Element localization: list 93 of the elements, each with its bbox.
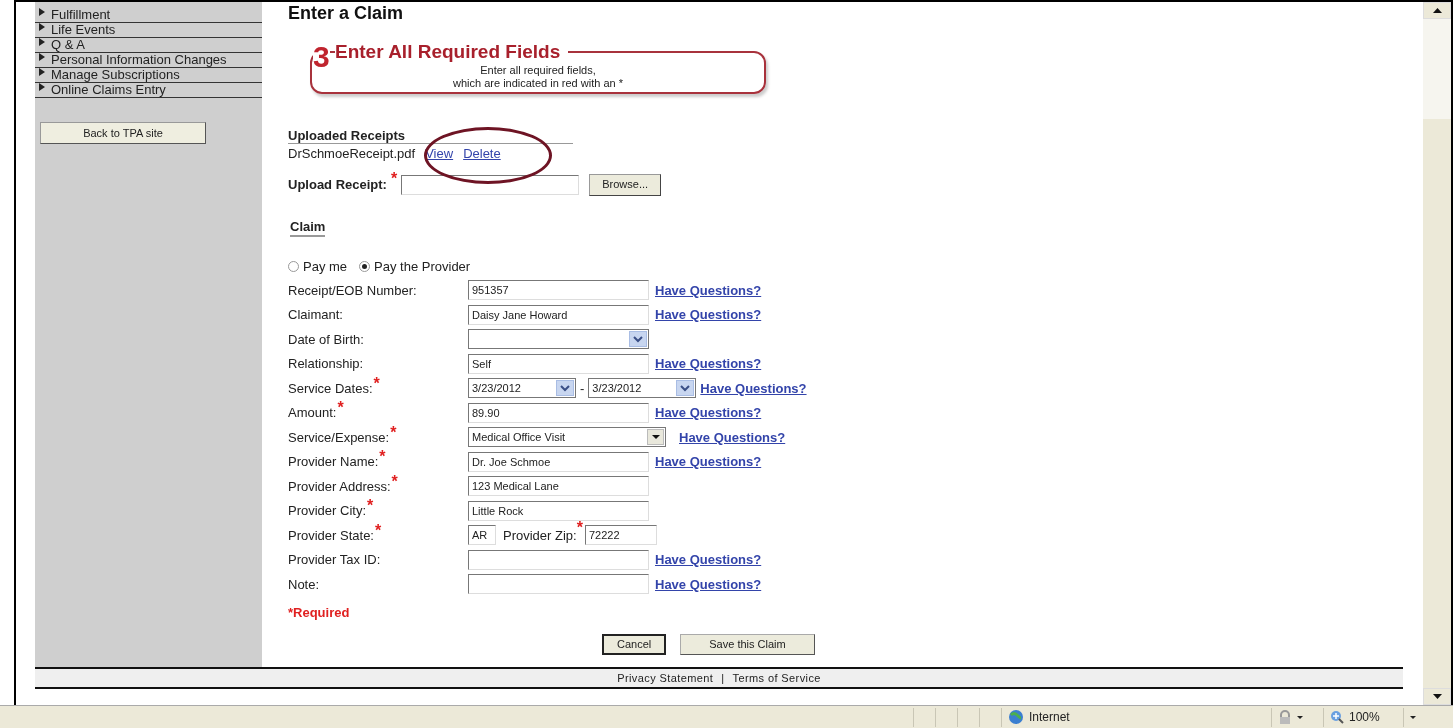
field-label: Provider State: [288,526,374,545]
field-label: Amount: [288,404,337,422]
sidebar-item[interactable]: Manage Subscriptions [35,68,262,83]
help-link[interactable]: Have Questions? [679,427,786,447]
required-asterisk: * [390,173,398,184]
help-link[interactable]: Have Questions? [655,452,762,472]
page-title: Enter a Claim [288,2,405,24]
input-field[interactable] [468,574,649,595]
required-asterisk: * [379,452,386,462]
footer-link[interactable]: Terms of Service [732,669,821,687]
form-button[interactable]: Save this Claim [680,634,815,655]
file-link[interactable]: Delete [463,145,501,161]
help-link[interactable]: Have Questions? [655,280,762,300]
required-asterisk: * [337,403,344,413]
date-dropdown[interactable]: 3/23/2012 [588,378,697,399]
radio-label: Pay the Provider [374,257,471,276]
field-label: Provider Address: [288,477,391,496]
required-asterisk: * [367,501,374,511]
sidebar-item[interactable]: Personal Information Changes [35,53,262,68]
field-label: Note: [288,575,320,594]
input-field[interactable] [468,549,649,570]
expense-dropdown[interactable]: Medical Office Visit [468,427,666,448]
input-field[interactable]: 72222 [584,525,657,546]
field-label: Receipt/EOB Number: [288,281,417,300]
help-link[interactable]: Have Questions? [700,378,807,398]
step-instruction: Enter all required fields, [479,64,597,77]
radio-label: Pay me [303,257,348,276]
step-instruction: which are indicated in red with an * [452,77,624,90]
chevron-down-icon [633,335,643,343]
caret-icon [1297,715,1303,719]
radio-button[interactable] [359,260,371,272]
date-separator: - [580,379,585,398]
up-arrow-icon [1432,8,1442,13]
required-asterisk: * [390,427,397,438]
down-arrow-icon [1432,694,1442,699]
dropdown-arrow-icon [651,435,660,440]
scroll-thumb[interactable] [1423,19,1451,119]
field-label: Provider Zip: [503,527,577,545]
field-label: Provider Tax ID: [288,551,381,569]
form-button[interactable]: Cancel [602,634,667,655]
help-link[interactable]: Have Questions? [655,354,762,374]
sidebar-item[interactable]: Fulfillment [35,8,262,23]
field-label: Upload Receipt: [288,175,387,194]
upload-input-field[interactable] [401,174,580,195]
field-label: Service Dates: [288,379,373,398]
browse-button[interactable]: Browse... [589,173,662,196]
required-asterisk: * [576,523,583,533]
uploaded-heading: Uploaded Receipts [288,128,573,144]
help-link[interactable]: Have Questions? [655,403,762,423]
scroll-down-button[interactable] [1423,688,1451,705]
input-field[interactable]: AR [468,525,496,546]
field-label: Relationship: [288,355,364,373]
section-heading: Claim [290,217,326,237]
sidebar-item[interactable]: Life Events [35,23,262,38]
date-dropdown[interactable] [468,329,649,350]
caret-icon [1410,715,1416,719]
vertical-scrollbar[interactable] [1423,2,1453,705]
field-label: Provider Name: [288,453,379,471]
date-dropdown[interactable]: 3/23/2012 [468,378,576,399]
input-field[interactable]: 89.90 [468,402,649,423]
help-link[interactable]: Have Questions? [655,305,762,325]
help-link[interactable]: Have Questions? [655,574,762,594]
required-note: *Required [288,603,350,622]
chevron-down-icon [560,384,570,392]
footer-separator: | [721,670,725,686]
help-link[interactable]: Have Questions? [655,550,762,570]
sidebar-item[interactable]: Q & A [35,38,262,53]
step-title: Enter All Required Fields [335,42,569,62]
required-asterisk: * [391,476,398,487]
field-label: Claimant: [288,306,343,324]
required-asterisk: * [375,525,382,536]
chevron-down-icon [680,384,691,392]
scroll-up-button[interactable] [1423,2,1451,19]
lock-icon [1278,710,1292,724]
field-label: Service/Expense: [288,428,390,447]
input-field[interactable]: 123 Medical Lane [468,476,649,497]
input-field[interactable]: 951357 [468,280,649,301]
field-label: Provider City: [288,502,367,520]
file-name: DrSchmoeReceipt.pdf [288,145,416,161]
input-field[interactable]: Self [468,353,649,374]
input-field[interactable]: Little Rock [468,500,649,521]
field-label: Date of Birth: [288,330,364,349]
zoom-icon [1330,710,1344,724]
back-button[interactable]: Back to TPA site [40,122,206,144]
required-asterisk: * [373,378,380,389]
zone-label: Internet [1029,709,1070,726]
input-field[interactable]: Dr. Joe Schmoe [468,451,649,472]
zoom-level: 100% [1349,709,1380,726]
sidebar-item[interactable]: Online Claims Entry [35,83,262,98]
radio-button[interactable] [288,260,299,272]
globe-icon [1008,709,1024,725]
footer-link[interactable]: Privacy Statement [617,669,714,687]
input-field[interactable]: Daisy Jane Howard [468,304,649,325]
